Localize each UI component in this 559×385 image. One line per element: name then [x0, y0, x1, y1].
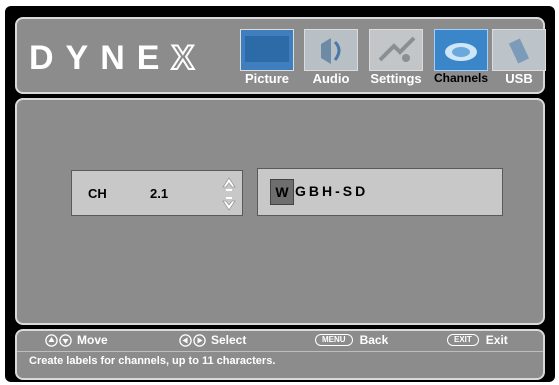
hint-exit: EXIT Exit: [447, 333, 508, 347]
tab-settings-label: Settings: [370, 71, 422, 86]
tab-audio[interactable]: Audio: [299, 29, 363, 91]
tab-usb-label: USB: [505, 71, 533, 86]
picture-icon: [240, 29, 294, 71]
help-divider: [17, 351, 543, 352]
hint-select: Select: [179, 333, 246, 347]
tab-picture[interactable]: Picture: [235, 29, 299, 91]
character-cursor[interactable]: W: [270, 179, 294, 205]
channel-name-text: GBH-SD: [295, 183, 369, 199]
hint-move-label: Move: [77, 333, 108, 347]
hint-back: MENU Back: [315, 333, 388, 347]
channel-number: 2.1: [150, 186, 169, 201]
tab-channels-label: Channels: [433, 71, 488, 85]
channels-icon: [434, 29, 488, 71]
hint-exit-label: Exit: [485, 333, 508, 347]
audio-icon: [304, 29, 358, 71]
menu-key-icon: MENU: [315, 334, 353, 346]
hint-back-label: Back: [359, 333, 389, 347]
channel-name-field[interactable]: W GBH-SD: [257, 168, 503, 216]
usb-icon: [492, 29, 546, 71]
settings-icon: [369, 29, 423, 71]
help-bar: Move Select MENU Back EXIT Exit Create l…: [15, 329, 545, 380]
tab-usb[interactable]: USB: [492, 29, 546, 91]
hint-select-label: Select: [211, 333, 247, 347]
tab-picture-label: Picture: [244, 71, 290, 86]
channel-selector[interactable]: CH 2.1: [71, 170, 243, 216]
tab-settings[interactable]: Settings: [363, 29, 429, 91]
tab-channels[interactable]: Channels: [429, 29, 493, 91]
channel-label: CH: [88, 186, 107, 201]
hint-move: Move: [45, 333, 108, 347]
exit-key-icon: EXIT: [447, 334, 479, 346]
up-down-buttons-icon: [45, 333, 72, 347]
up-down-arrows-icon[interactable]: [222, 177, 236, 211]
menu-header: DYNEX Picture Audio Settings Channels US…: [15, 17, 546, 94]
menu-tabs: Picture Audio Settings Channels USB: [235, 29, 546, 91]
channel-label-panel: CH 2.1 W GBH-SD: [15, 98, 545, 325]
key-hints: Move Select MENU Back EXIT Exit: [17, 333, 543, 351]
help-text: Create labels for channels, up to 11 cha…: [29, 355, 276, 367]
dynex-logo: DYNEX: [29, 38, 207, 78]
left-right-buttons-icon: [179, 333, 206, 347]
tab-audio-label: Audio: [312, 71, 350, 86]
